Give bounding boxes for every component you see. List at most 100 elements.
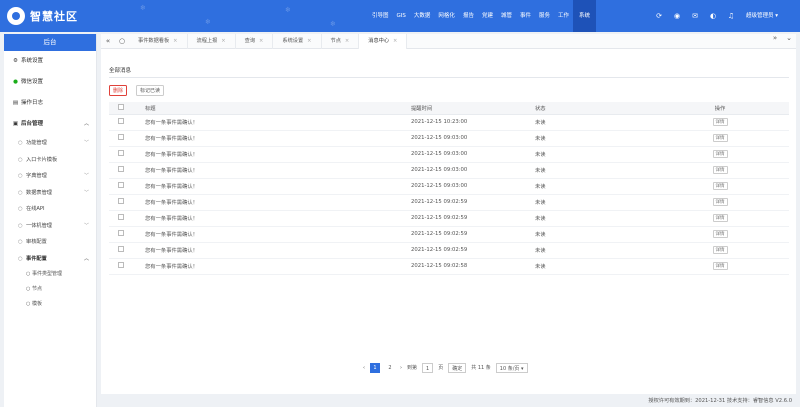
scroll-left-icon[interactable]: « [101, 37, 115, 45]
prev-page-icon[interactable]: ‹ [363, 363, 365, 373]
detail-button[interactable]: 详情 [712, 230, 728, 238]
nav-service[interactable]: 服务 [535, 0, 554, 32]
goto-confirm-button[interactable]: 确定 [448, 363, 467, 373]
detail-button[interactable]: 详情 [712, 214, 728, 222]
delete-button[interactable]: 删除 [109, 85, 128, 96]
circle-icon: ○ [18, 239, 23, 245]
mark-read-button[interactable]: 标记已读 [136, 85, 165, 96]
table-row[interactable]: 您有一条事件需确认！ 2021-12-15 09:03:00 未读 详情 [109, 146, 789, 163]
message-time: 2021-12-15 09:02:58 [411, 258, 535, 275]
nav-system[interactable]: 系统 [573, 0, 597, 32]
detail-button[interactable]: 详情 [712, 182, 728, 190]
detail-button[interactable]: 详情 [712, 262, 728, 270]
table-row[interactable]: 您有一条事件需确认！ 2021-12-15 09:03:00 未读 详情 [109, 130, 789, 147]
close-icon[interactable]: × [221, 38, 225, 44]
row-actions: 详情 [651, 210, 789, 227]
row-checkbox[interactable] [118, 214, 124, 220]
page-size-select[interactable]: 10 条/页 ▾ [495, 363, 528, 373]
page-1-button[interactable]: 1 [370, 363, 380, 373]
table-row[interactable]: 您有一条事件需确认！ 2021-12-15 09:02:59 未读 详情 [109, 194, 789, 211]
table-row[interactable]: 您有一条事件需确认！ 2021-12-15 10:23:00 未读 详情 [109, 114, 789, 131]
row-checkbox[interactable] [118, 150, 124, 156]
detail-button[interactable]: 详情 [712, 166, 728, 174]
tab-process-report[interactable]: 流程上报 × [188, 33, 236, 49]
bell-icon[interactable]: ♫ [722, 12, 740, 20]
detail-button[interactable]: 详情 [712, 198, 728, 206]
table-row[interactable]: 您有一条事件需确认！ 2021-12-15 09:03:00 未读 详情 [109, 178, 789, 195]
row-checkbox[interactable] [118, 230, 124, 236]
row-checkbox[interactable] [118, 118, 124, 124]
close-icon[interactable]: × [307, 38, 311, 44]
nav-report[interactable]: 报告 [459, 0, 478, 32]
close-icon[interactable]: × [393, 38, 397, 44]
chevron-down-icon: ﹀ [83, 173, 89, 179]
row-checkbox[interactable] [118, 198, 124, 204]
table-row[interactable]: 您有一条事件需确认！ 2021-12-15 09:02:59 未读 详情 [109, 242, 789, 259]
nav-guide[interactable]: 引导图 [368, 0, 393, 32]
nav-work[interactable]: 工作 [554, 0, 573, 32]
sidebar-item-admin[interactable]: ▣ 后台管理 ︿ [4, 114, 96, 135]
message-icon[interactable]: ✉ [686, 12, 704, 20]
sidebar-sub-function[interactable]: ○ 功能管理 ﹀ [4, 135, 96, 152]
refresh-icon[interactable]: ○ [115, 37, 129, 45]
circle-icon: ○ [18, 189, 23, 196]
scroll-right-icon[interactable]: » [768, 34, 782, 49]
nav-party[interactable]: 党建 [478, 0, 497, 32]
wechat-icon: ● [13, 79, 18, 85]
select-all-checkbox[interactable] [118, 103, 124, 110]
close-icon[interactable]: × [173, 38, 177, 44]
logo-text: 智慧社区 [30, 10, 78, 23]
row-checkbox[interactable] [118, 246, 124, 252]
detail-button[interactable]: 详情 [712, 150, 728, 158]
tab-event-dashboard[interactable]: 事件数据看板 × [129, 33, 188, 49]
nav-grid[interactable]: 网格化 [434, 0, 459, 32]
message-time: 2021-12-15 09:02:59 [411, 194, 535, 211]
page-2-button[interactable]: 2 [385, 363, 395, 373]
sidebar-item-wechat[interactable]: ● 微信设置 [4, 72, 96, 93]
nav-event[interactable]: 事件 [516, 0, 535, 32]
table-row[interactable]: 您有一条事件需确认！ 2021-12-15 09:02:59 未读 详情 [109, 226, 789, 243]
next-page-icon[interactable]: › [400, 363, 402, 373]
sidebar-sub-audit[interactable]: ○ 审核配置 [4, 234, 96, 251]
row-checkbox[interactable] [118, 262, 124, 268]
refresh-icon[interactable]: ⟳ [650, 12, 668, 20]
tab-node[interactable]: 节点 × [322, 33, 360, 49]
sidebar-sub-event-type[interactable]: ○ 事件类型管理 [4, 267, 96, 282]
tab-query[interactable]: 查询 × [236, 33, 274, 49]
nav-bigdata[interactable]: 大数据 [410, 0, 435, 32]
sidebar-sub-event-config[interactable]: ○ 事件配置 ︿ [4, 251, 96, 268]
sidebar-item-log[interactable]: ▤ 操作日志 [4, 93, 96, 114]
row-checkbox[interactable] [118, 182, 124, 188]
goto-page-input[interactable]: 1 [422, 363, 434, 373]
user-menu[interactable]: 超级管理员 ▾ [746, 0, 778, 32]
tab-message-center[interactable]: 消息中心 × [359, 33, 408, 49]
row-checkbox[interactable] [118, 166, 124, 172]
sidebar-sub-dict[interactable]: ○ 字典管理 ﹀ [4, 168, 96, 185]
detail-button[interactable]: 详情 [712, 246, 728, 254]
nav-gis[interactable]: GIS [393, 0, 410, 32]
row-select-cell [109, 178, 133, 195]
lock-icon[interactable]: ◉ [668, 12, 686, 20]
theme-icon[interactable]: ◐ [704, 12, 722, 20]
sidebar-item-system-settings[interactable]: ⚙ 系统设置 [4, 51, 96, 72]
table-row[interactable]: 您有一条事件需确认！ 2021-12-15 09:03:00 未读 详情 [109, 162, 789, 179]
tab-system-settings[interactable]: 系统设置 × [273, 33, 322, 49]
sidebar-sub-datatable[interactable]: ○ 数据表管理 ﹀ [4, 185, 96, 202]
detail-button[interactable]: 详情 [712, 134, 728, 142]
chevron-down-icon[interactable]: ⌄ [782, 34, 796, 49]
sidebar-sub-kiosk[interactable]: ○ 一体机管理 ﹀ [4, 218, 96, 235]
row-select-cell [109, 210, 133, 227]
detail-button[interactable]: 详情 [712, 118, 728, 126]
sidebar-sub-api[interactable]: ○ 在线API [4, 201, 96, 218]
close-icon[interactable]: × [345, 38, 349, 44]
sidebar-sub-card-template[interactable]: ○ 入口卡片模板 [4, 152, 96, 169]
message-time: 2021-12-15 09:02:59 [411, 242, 535, 259]
logo[interactable]: 智慧社区 [7, 7, 78, 25]
nav-city[interactable]: 城管 [497, 0, 516, 32]
row-checkbox[interactable] [118, 134, 124, 140]
close-icon[interactable]: × [259, 38, 263, 44]
sidebar-sub-template[interactable]: ○ 模板 [4, 297, 96, 312]
table-row[interactable]: 您有一条事件需确认！ 2021-12-15 09:02:59 未读 详情 [109, 210, 789, 227]
table-row[interactable]: 您有一条事件需确认！ 2021-12-15 09:02:58 未读 详情 [109, 258, 789, 275]
sidebar-sub-node[interactable]: ○ 节点 [4, 282, 96, 297]
